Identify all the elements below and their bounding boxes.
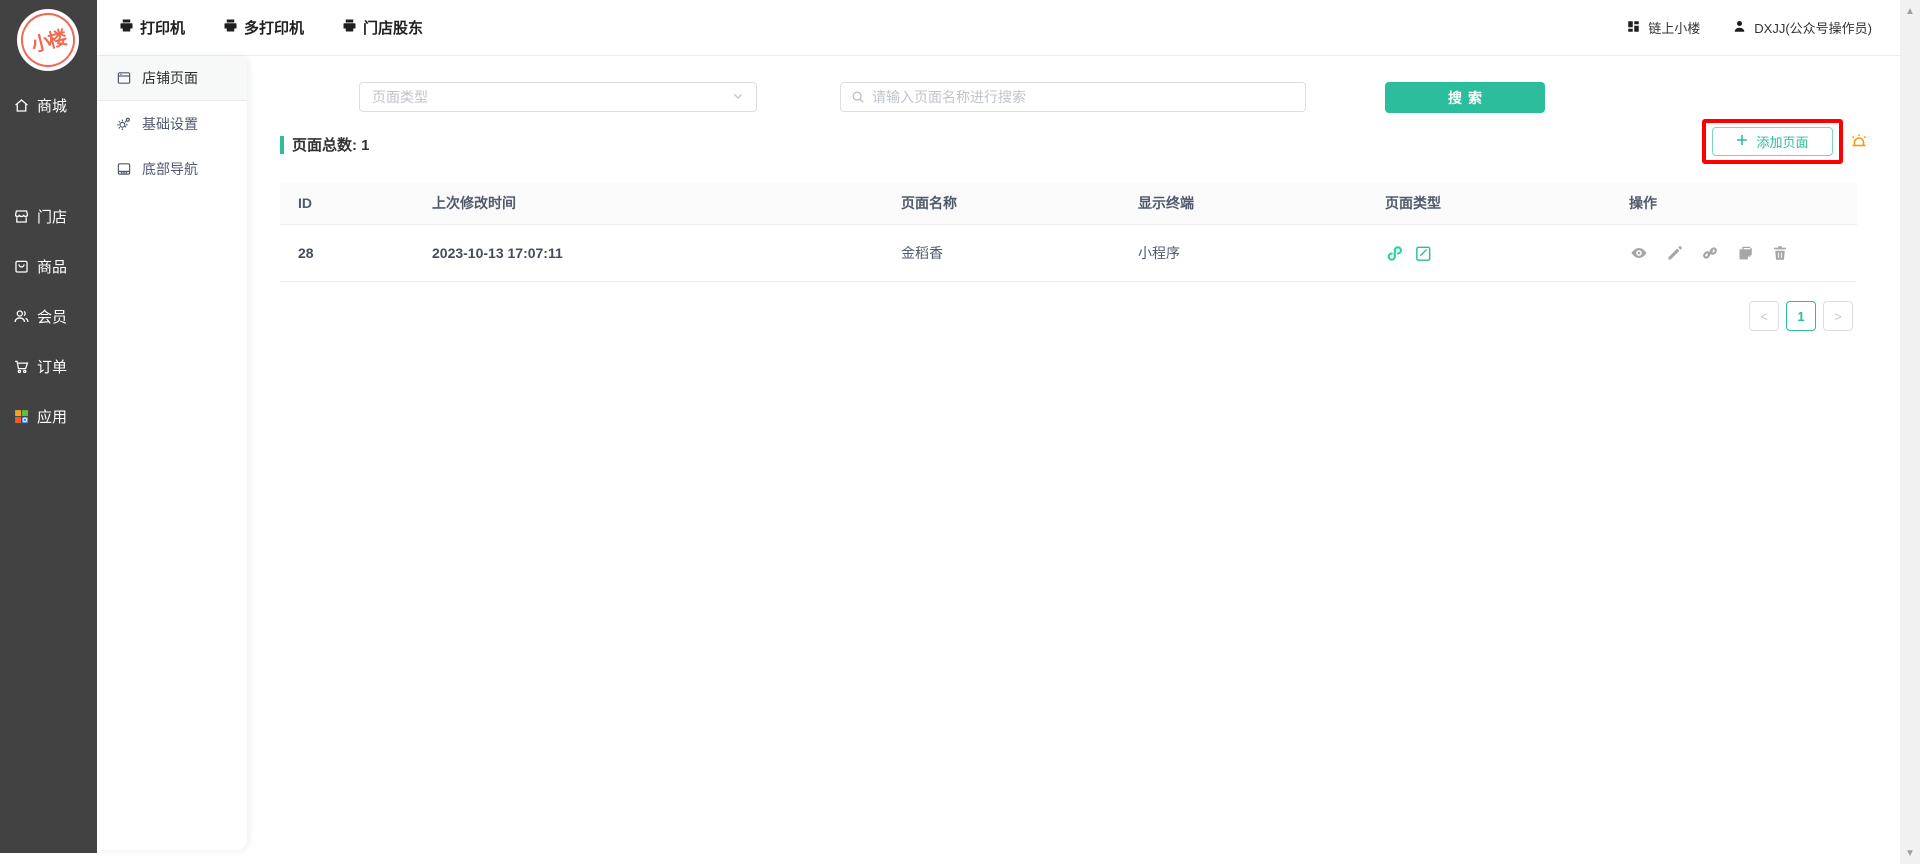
sidebar-item-label: 门店 (37, 206, 67, 227)
subsidebar-item-shop-pages[interactable]: 店铺页面 (97, 56, 247, 101)
search-input[interactable] (872, 89, 1295, 105)
sidebar-item-label: 会员 (37, 306, 67, 327)
add-page-button[interactable]: 添加页面 (1712, 127, 1833, 156)
subsidebar-item-bottom-nav[interactable]: 底部导航 (97, 146, 247, 191)
logo-seal: 小楼 (15, 7, 80, 72)
top-bar-right: 链上小楼 DXJJ(公众号操作员) (1626, 18, 1900, 37)
cell-id: 28 (280, 245, 414, 261)
gears-icon (116, 116, 132, 132)
sidebar-item-label: 商品 (37, 256, 67, 277)
sidebar-item-orders[interactable]: 订单 (0, 346, 97, 386)
printer-icon (119, 18, 134, 37)
home-icon (13, 97, 30, 114)
sidebar-item-goods[interactable]: 商品 (0, 246, 97, 286)
cart-icon (13, 358, 30, 375)
subsidebar-item-label: 底部导航 (142, 159, 198, 179)
cell-page-type (1367, 244, 1611, 263)
col-header-actions: 操作 (1611, 193, 1857, 213)
col-header-id: ID (280, 195, 414, 211)
user-name: DXJJ(公众号操作员) (1754, 18, 1872, 37)
select-placeholder: 页面类型 (372, 87, 428, 107)
top-bar: 打印机 多打印机 门店股东 链上小楼 DXJJ(公众号操作员) (97, 0, 1900, 56)
apps-icon (13, 408, 30, 425)
sidebar-item-label: 应用 (37, 406, 67, 427)
search-button[interactable]: 搜索 (1385, 82, 1545, 113)
col-header-terminal: 显示终端 (1120, 193, 1367, 213)
user-menu[interactable]: DXJJ(公众号操作员) (1732, 18, 1872, 37)
edit-pencil-icon[interactable] (1666, 244, 1684, 262)
page-type-select[interactable]: 页面类型 (359, 82, 757, 112)
pagination-page-1[interactable]: 1 (1786, 301, 1816, 331)
main-sidebar: 小楼 商城 门店 商品 会员 订单 应用 (0, 0, 97, 853)
miniprogram-icon[interactable] (1385, 244, 1404, 263)
scroll-down-arrow[interactable]: ▼ (1900, 844, 1920, 862)
delete-trash-icon[interactable] (1771, 244, 1789, 262)
nav-label: 多打印机 (244, 17, 304, 38)
subsidebar-item-label: 店铺页面 (142, 68, 198, 88)
subsidebar-item-label: 基础设置 (142, 114, 198, 134)
shopping-bag-icon (13, 258, 30, 275)
sidebar-item-stores[interactable]: 门店 (0, 196, 97, 236)
table-row: 28 2023-10-13 17:07:11 金稻香 小程序 (280, 225, 1857, 282)
members-icon (13, 308, 30, 325)
cell-modified: 2023-10-13 17:07:11 (414, 245, 883, 261)
col-header-modified: 上次修改时间 (414, 193, 883, 213)
sidebar-item-apps[interactable]: 应用 (0, 396, 97, 436)
page-total-label: 页面总数: 1 (292, 134, 370, 155)
col-header-type: 页面类型 (1367, 193, 1611, 213)
browser-window-icon (116, 70, 132, 86)
cell-terminal: 小程序 (1120, 243, 1367, 263)
search-box (840, 82, 1306, 112)
view-eye-icon[interactable] (1629, 243, 1649, 263)
sidebar-item-mall[interactable]: 商城 (0, 85, 97, 125)
scroll-up-arrow[interactable]: ▲ (1900, 2, 1920, 20)
nav-item-store-shareholder[interactable]: 门店股东 (342, 17, 423, 38)
logo[interactable]: 小楼 (17, 9, 79, 71)
storefront-icon (13, 208, 30, 225)
nav-item-multi-printer[interactable]: 多打印机 (223, 17, 304, 38)
bottom-nav-icon (116, 161, 132, 177)
table-header-row: ID 上次修改时间 页面名称 显示终端 页面类型 操作 (280, 182, 1857, 225)
printer-icon (223, 18, 238, 37)
nav-item-printer[interactable]: 打印机 (119, 17, 185, 38)
col-header-name: 页面名称 (883, 193, 1120, 213)
copy-icon[interactable] (1736, 244, 1754, 262)
chevron-down-icon (732, 89, 744, 105)
grid-icon (1626, 19, 1641, 37)
summary: 页面总数: 1 (280, 134, 370, 155)
page: 打印机 多打印机 门店股东 链上小楼 DXJJ(公众号操作员) (0, 0, 1920, 864)
nav-label: 门店股东 (363, 17, 423, 38)
plus-icon (1736, 134, 1748, 149)
cell-actions (1611, 243, 1857, 263)
store-name: 链上小楼 (1648, 18, 1700, 37)
sidebar-item-members[interactable]: 会员 (0, 296, 97, 336)
pages-table: ID 上次修改时间 页面名称 显示终端 页面类型 操作 28 2023-10-1… (280, 182, 1857, 282)
pagination-prev-button[interactable]: < (1749, 301, 1779, 331)
pagination: < 1 > (1749, 301, 1853, 331)
printer-icon (342, 18, 357, 37)
subsidebar-item-basic-settings[interactable]: 基础设置 (97, 101, 247, 146)
link-icon[interactable] (1701, 244, 1719, 262)
edit-square-icon[interactable] (1414, 244, 1433, 263)
pagination-next-button[interactable]: > (1823, 301, 1853, 331)
sidebar-item-label: 订单 (37, 356, 67, 377)
nav-label: 打印机 (140, 17, 185, 38)
sidebar-item-label: 商城 (37, 95, 67, 116)
alarm-icon[interactable] (1848, 131, 1870, 153)
red-highlight-box: 添加页面 (1702, 119, 1843, 164)
search-icon (851, 90, 865, 104)
logo-text: 小楼 (28, 23, 68, 57)
add-page-label: 添加页面 (1756, 132, 1808, 151)
user-icon (1732, 19, 1747, 37)
vertical-scrollbar[interactable]: ▲ ▼ (1900, 0, 1920, 864)
top-nav: 打印机 多打印机 门店股东 (97, 17, 423, 38)
sub-sidebar: 店铺页面 基础设置 底部导航 (97, 56, 247, 850)
store-switcher[interactable]: 链上小楼 (1626, 18, 1700, 37)
cell-name: 金稻香 (883, 243, 1120, 263)
accent-bar (280, 136, 284, 154)
